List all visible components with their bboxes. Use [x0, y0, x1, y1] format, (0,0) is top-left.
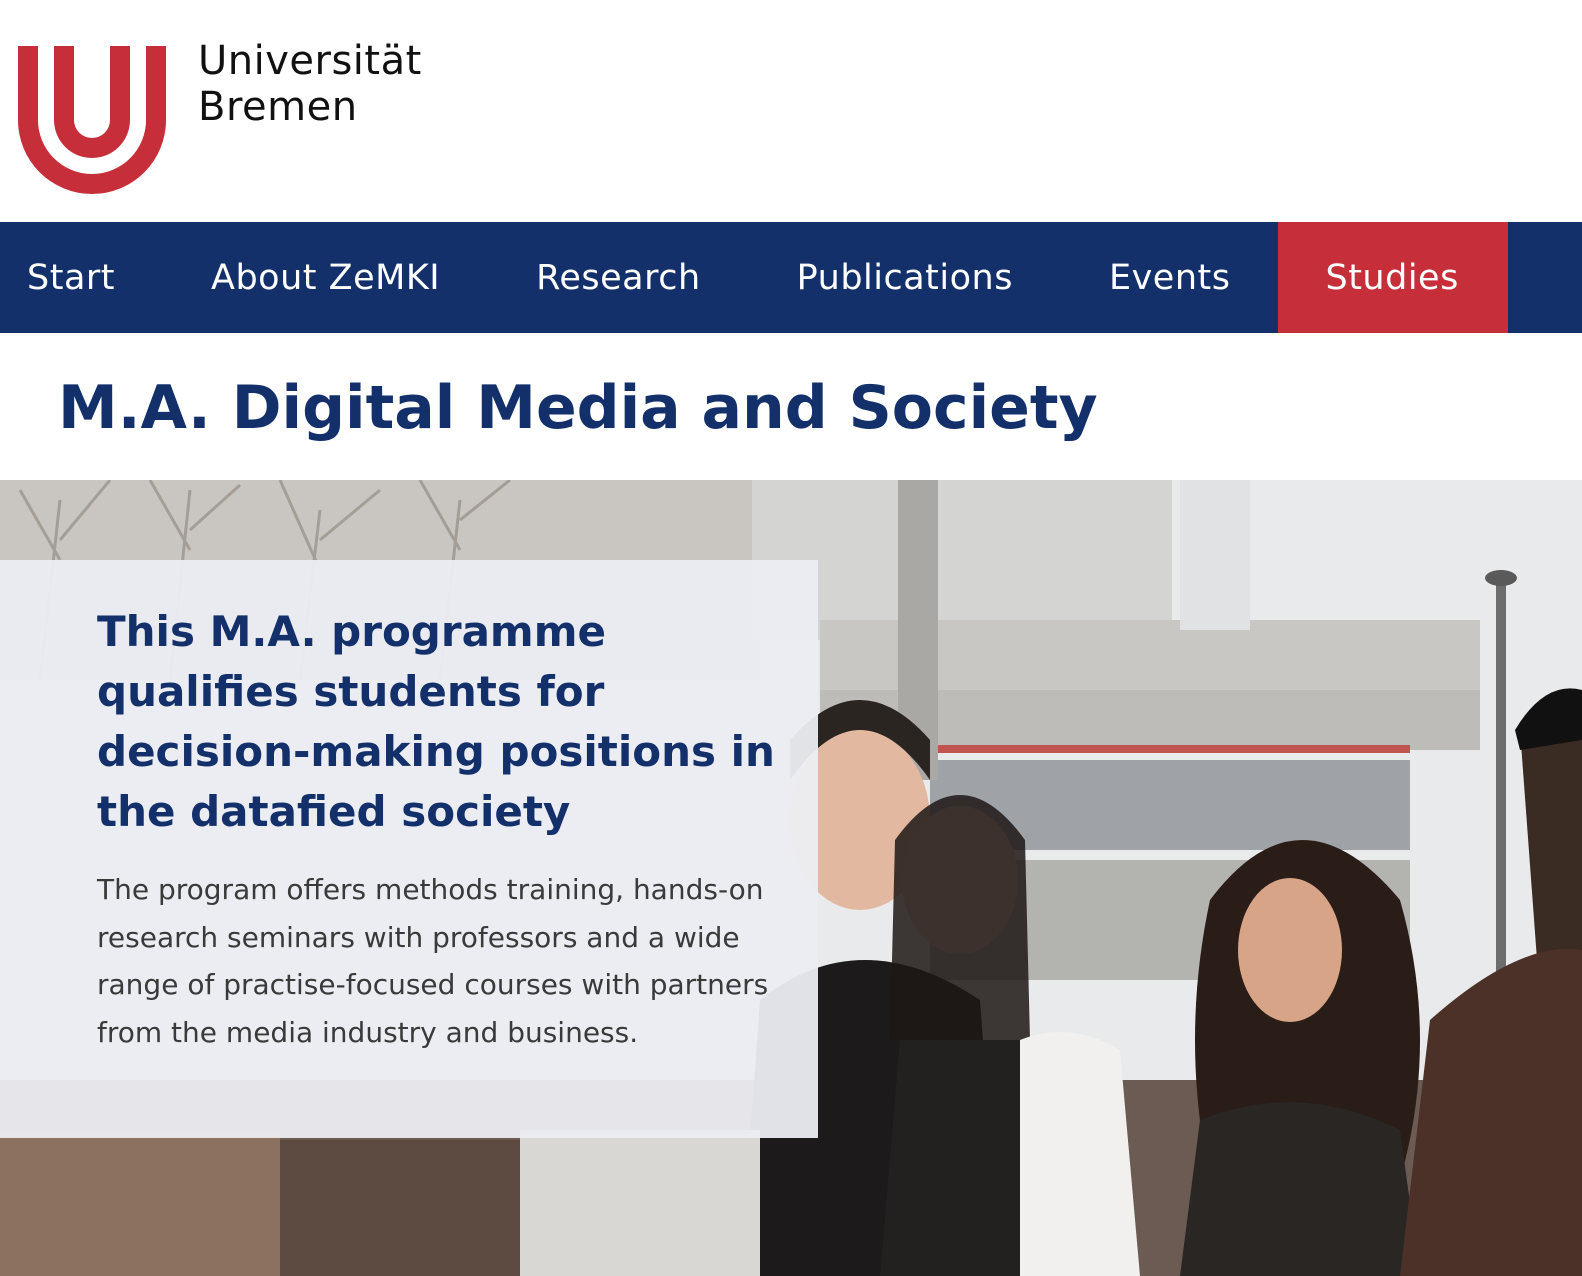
page-title: M.A. Digital Media and Society: [58, 373, 1098, 443]
nav-item-studies[interactable]: Studies: [1278, 222, 1508, 333]
university-wordmark[interactable]: Universität Bremen: [198, 38, 422, 130]
logo-line-2: Bremen: [198, 84, 358, 130]
hero-card: This M.A. programme qualifies students f…: [0, 560, 818, 1138]
nav-item-events[interactable]: Events: [1061, 222, 1279, 333]
nav-item-research[interactable]: Research: [488, 222, 749, 333]
nav-item-about-zemki[interactable]: About ZeMKI: [163, 222, 488, 333]
main-navigation: Start About ZeMKI Research Publications …: [0, 222, 1582, 333]
hero-heading: This M.A. programme qualifies students f…: [97, 607, 775, 836]
university-logo-icon[interactable]: [16, 44, 168, 196]
nav-item-publications[interactable]: Publications: [749, 222, 1061, 333]
logo-line-1: Universität: [198, 38, 422, 84]
nav-item-start[interactable]: Start: [0, 222, 163, 333]
site-header: Universität Bremen: [0, 0, 1582, 222]
hero-description: The program offers methods training, han…: [97, 873, 769, 1049]
nav-edge-divider: [1507, 222, 1513, 333]
hero-section: This M.A. programme qualifies students f…: [0, 480, 1582, 1276]
